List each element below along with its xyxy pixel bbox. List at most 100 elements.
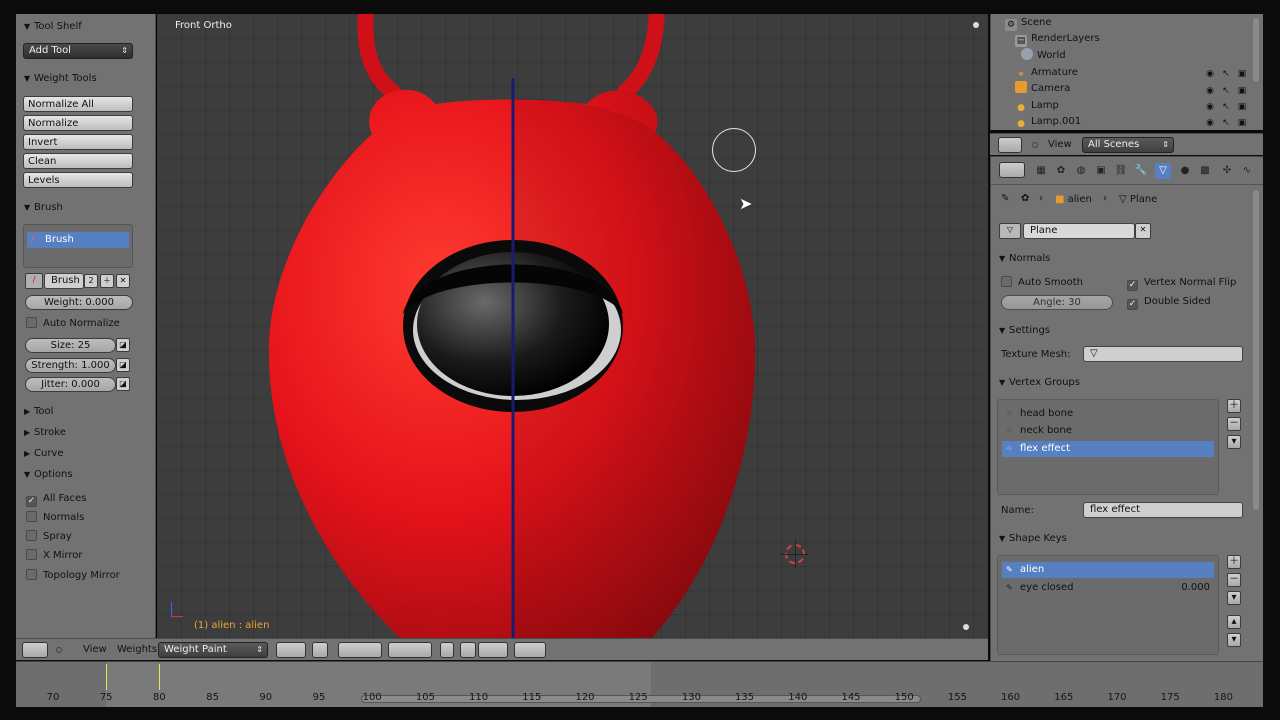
shape-key-item[interactable]: ✎ eye closed 0.000 bbox=[1002, 580, 1214, 596]
unlink-mesh-icon[interactable]: ✕ bbox=[1135, 223, 1151, 239]
tab-object[interactable]: ▣ bbox=[1093, 163, 1109, 179]
vertex-group-item-selected[interactable]: ⁘ flex effect bbox=[1002, 441, 1214, 457]
select-arrow-icon[interactable]: ↖ bbox=[1221, 86, 1231, 96]
angle-slider[interactable]: Angle: 30 bbox=[1001, 295, 1113, 310]
view-corner-widget-icon[interactable] bbox=[973, 22, 979, 28]
vertex-group-item[interactable]: ⁘ head bone bbox=[1002, 406, 1214, 422]
tab-render[interactable]: ▦ bbox=[1033, 163, 1049, 179]
menu-toggle-icon[interactable] bbox=[56, 647, 62, 653]
timeline[interactable]: 70 75 80 85 90 95 100 105 110 115 120 125 130 135 140 1… bbox=[16, 661, 1263, 707]
settings-panel-header[interactable]: ▼ Settings bbox=[999, 323, 1050, 339]
remove-shape-key-button[interactable]: － bbox=[1227, 573, 1241, 587]
add-shape-key-button[interactable]: ＋ bbox=[1227, 555, 1241, 569]
render-camera-icon[interactable]: ▣ bbox=[1237, 86, 1247, 96]
snap-toggle-icon[interactable] bbox=[460, 642, 476, 658]
brush-name-field[interactable]: Brush bbox=[44, 273, 84, 289]
normals-panel-header[interactable]: ▼ Normals bbox=[999, 251, 1050, 267]
outliner-view-menu[interactable]: View bbox=[1048, 139, 1072, 150]
size-pressure-icon[interactable]: ◪ bbox=[116, 338, 130, 352]
brush-header[interactable]: ▼ Brush bbox=[24, 200, 63, 216]
shape-keys-panel-header[interactable]: ▼ Shape Keys bbox=[999, 531, 1067, 547]
visibility-eye-icon[interactable]: ◉ bbox=[1205, 86, 1215, 96]
strength-pressure-icon[interactable]: ◪ bbox=[116, 358, 130, 372]
outliner-item-lamp[interactable]: ● Lamp bbox=[1015, 98, 1059, 114]
render-camera-icon[interactable]: ▣ bbox=[1237, 118, 1247, 128]
topology-mirror-checkbox[interactable]: Topology Mirror bbox=[26, 569, 120, 583]
menu-toggle-icon[interactable] bbox=[1032, 142, 1038, 148]
vertex-normal-flip-checkbox[interactable]: ✓ Vertex Normal Flip bbox=[1127, 276, 1236, 291]
layers-button-group-1[interactable] bbox=[338, 642, 382, 658]
x-mirror-checkbox[interactable]: X Mirror bbox=[26, 549, 83, 563]
render-camera-icon[interactable]: ▣ bbox=[1237, 102, 1247, 112]
weight-slider[interactable]: Weight: 0.000 bbox=[25, 295, 133, 310]
keyframe-marker[interactable] bbox=[159, 664, 161, 690]
render-camera-icon[interactable]: ▣ bbox=[1237, 69, 1247, 79]
spray-checkbox[interactable]: Spray bbox=[26, 530, 72, 544]
normals-checkbox[interactable]: Normals bbox=[26, 511, 84, 525]
unlink-brush-icon[interactable]: ✕ bbox=[116, 274, 130, 288]
weight-tools-header[interactable]: ▼ Weight Tools bbox=[24, 71, 97, 87]
mask-toggle-icon[interactable] bbox=[312, 642, 328, 658]
size-slider[interactable]: Size: 25 bbox=[25, 338, 116, 353]
visibility-eye-icon[interactable]: ◉ bbox=[1205, 118, 1215, 128]
tab-particles[interactable]: ✣ bbox=[1219, 163, 1235, 179]
vertex-groups-panel-header[interactable]: ▼ Vertex Groups bbox=[999, 375, 1080, 391]
outliner-item-scene[interactable]: ⚙ Scene bbox=[1005, 15, 1052, 31]
double-sided-checkbox[interactable]: ✓ Double Sided bbox=[1127, 295, 1211, 310]
tab-texture[interactable]: ▩ bbox=[1197, 163, 1213, 179]
brush-list-item[interactable]: ∕ Brush bbox=[27, 232, 129, 248]
vertex-group-name-field[interactable]: flex effect bbox=[1083, 502, 1243, 518]
all-faces-checkbox[interactable]: ✓ All Faces bbox=[26, 492, 86, 507]
mode-selector[interactable]: Weight Paint ⇕ bbox=[158, 642, 268, 658]
tab-material[interactable]: ● bbox=[1177, 163, 1193, 179]
editor-type-icon[interactable] bbox=[998, 137, 1022, 153]
editor-type-icon[interactable] bbox=[999, 162, 1025, 178]
outliner-item-lamp001[interactable]: ● Lamp.001 bbox=[1015, 114, 1081, 130]
normalize-all-button[interactable]: Normalize All bbox=[23, 96, 133, 112]
editor-type-icon[interactable] bbox=[22, 642, 48, 658]
stroke-panel-header[interactable]: ▶ Stroke bbox=[24, 425, 66, 441]
outliner-item-armature[interactable]: ✶ Armature bbox=[1015, 65, 1078, 81]
options-panel-header[interactable]: ▼ Options bbox=[24, 467, 73, 483]
tab-physics[interactable]: ∿ bbox=[1239, 163, 1255, 179]
auto-smooth-checkbox[interactable]: Auto Smooth bbox=[1001, 276, 1083, 290]
move-shape-key-up-button[interactable]: ▴ bbox=[1227, 615, 1241, 629]
auto-normalize-checkbox[interactable]: Auto Normalize bbox=[26, 317, 120, 331]
shape-key-value[interactable]: 0.000 bbox=[1181, 580, 1210, 596]
outliner-item-world[interactable]: World bbox=[1021, 48, 1066, 64]
vertex-group-specials-button[interactable]: ▾ bbox=[1227, 435, 1241, 449]
outliner-item-renderlayers[interactable]: ▤ RenderLayers bbox=[1015, 31, 1100, 47]
visibility-eye-icon[interactable]: ◉ bbox=[1205, 69, 1215, 79]
layers-button-group-2[interactable] bbox=[388, 642, 432, 658]
select-arrow-icon[interactable]: ↖ bbox=[1221, 118, 1231, 128]
shape-key-item-selected[interactable]: ✎ alien bbox=[1002, 562, 1214, 578]
clean-button[interactable]: Clean bbox=[23, 153, 133, 169]
move-shape-key-down-button[interactable]: ▾ bbox=[1227, 633, 1241, 647]
vertex-group-item[interactable]: ⁘ neck bone bbox=[1002, 423, 1214, 439]
jitter-slider[interactable]: Jitter: 0.000 bbox=[25, 377, 116, 392]
properties-scrollbar[interactable] bbox=[1253, 190, 1259, 510]
view-menu[interactable]: View bbox=[83, 644, 107, 655]
add-vertex-group-button[interactable]: ＋ bbox=[1227, 399, 1241, 413]
render-buttons[interactable] bbox=[514, 642, 546, 658]
select-arrow-icon[interactable]: ↖ bbox=[1221, 102, 1231, 112]
jitter-pressure-icon[interactable]: ◪ bbox=[116, 377, 130, 391]
mesh-name-field[interactable]: Plane bbox=[1023, 223, 1135, 239]
normalize-button[interactable]: Normalize bbox=[23, 115, 133, 131]
grid-snap-button[interactable] bbox=[478, 642, 508, 658]
tab-modifiers[interactable]: 🔧 bbox=[1133, 163, 1149, 179]
shape-key-specials-button[interactable]: ▾ bbox=[1227, 591, 1241, 605]
mesh-browse-icon[interactable]: ▽ bbox=[999, 223, 1021, 239]
remove-vertex-group-button[interactable]: － bbox=[1227, 417, 1241, 431]
viewport-shading-button[interactable] bbox=[276, 642, 306, 658]
select-arrow-icon[interactable]: ↖ bbox=[1221, 69, 1231, 79]
display-mode-selector[interactable]: All Scenes ⇕ bbox=[1082, 137, 1174, 153]
tab-mesh-data[interactable]: ▽ bbox=[1155, 163, 1171, 179]
pin-icon[interactable]: ✎ bbox=[1001, 193, 1009, 204]
visibility-eye-icon[interactable]: ◉ bbox=[1205, 102, 1215, 112]
view-corner-widget-bottom-icon[interactable] bbox=[963, 624, 969, 630]
outliner-scrollbar[interactable] bbox=[1253, 18, 1259, 82]
keyframe-marker[interactable] bbox=[106, 664, 108, 690]
invert-button[interactable]: Invert bbox=[23, 134, 133, 150]
lock-camera-icon[interactable] bbox=[440, 642, 454, 658]
